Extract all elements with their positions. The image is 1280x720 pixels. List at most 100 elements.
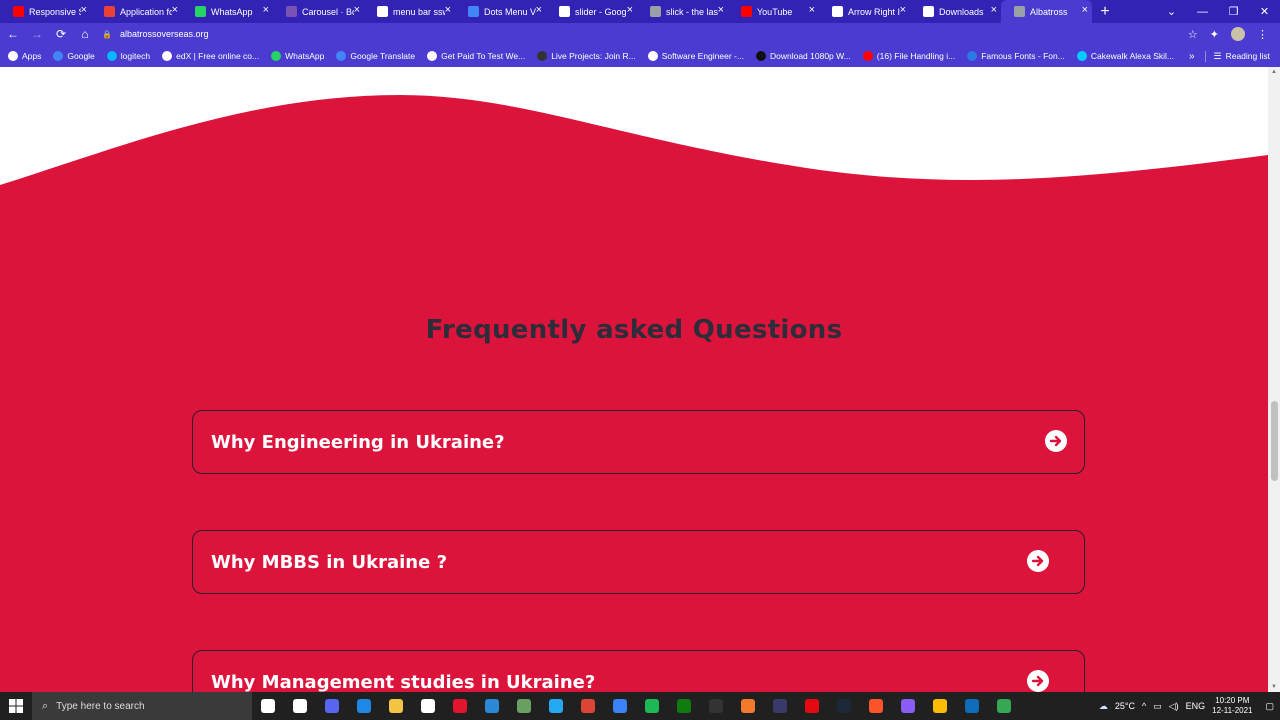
epic-games-icon[interactable] [700, 692, 732, 720]
browser-tab[interactable]: slider - Googl × [546, 0, 637, 23]
tab-label: Downloads [939, 6, 984, 17]
arrow-right-circle-icon[interactable] [1027, 550, 1049, 572]
browser-tab[interactable]: Carousel · Boo× [273, 0, 364, 23]
close-tab-icon[interactable]: × [536, 5, 542, 16]
bookmark-item[interactable]: Famous Fonts - Fon... [967, 51, 1065, 61]
discord-icon[interactable] [316, 692, 348, 720]
spotify-icon[interactable] [636, 692, 668, 720]
reading-list-button[interactable]: ☰ Reading list [1204, 50, 1270, 62]
minimize-icon[interactable]: — [1187, 6, 1218, 18]
weather-cloud-icon[interactable]: ☁ [1099, 701, 1108, 712]
scroll-down-icon[interactable]: ▼ [1271, 684, 1277, 690]
close-tab-icon[interactable]: × [172, 5, 178, 16]
bookmark-item[interactable]: WhatsApp [271, 51, 324, 61]
todo-icon[interactable] [604, 692, 636, 720]
close-tab-icon[interactable]: × [354, 5, 360, 16]
close-tab-icon[interactable]: × [900, 5, 906, 16]
obs-icon[interactable] [764, 692, 796, 720]
taskbar-search[interactable]: ⌕ Type here to search [32, 692, 252, 720]
home-icon[interactable]: ⌂ [74, 27, 96, 41]
notepad-icon[interactable] [348, 692, 380, 720]
bookmark-item[interactable]: Google Translate [336, 51, 415, 61]
menu-dots-icon[interactable]: ⋮ [1257, 28, 1268, 41]
arc-icon[interactable] [892, 692, 924, 720]
globe-app-icon[interactable] [988, 692, 1020, 720]
bookmark-item[interactable]: (16) File Handling i... [862, 51, 955, 61]
bookmark-item[interactable]: Get Paid To Test We... [427, 51, 525, 61]
page-scrollbar[interactable]: ▲ ▼ [1268, 67, 1280, 692]
back-icon[interactable]: ← [2, 27, 24, 41]
faq-item-mbbs[interactable]: Why MBBS in Ukraine ? [192, 530, 1085, 594]
file-explorer-icon[interactable] [380, 692, 412, 720]
bookmark-item[interactable]: Download 1080p W... [755, 51, 851, 61]
close-tab-icon[interactable]: × [809, 5, 815, 16]
scroll-thumb[interactable] [1271, 401, 1278, 481]
browser-tab[interactable]: slick - the last × [637, 0, 728, 23]
browser-tab[interactable]: Arrow Right I × [819, 0, 910, 23]
bookmarks-overflow-icon[interactable]: » [1189, 51, 1195, 62]
browser-tab[interactable]: Responsive Sl × [0, 0, 91, 23]
bookmark-item[interactable]: Live Projects: Join R... [537, 51, 636, 61]
opera-icon[interactable] [444, 692, 476, 720]
vscode-icon[interactable] [540, 692, 572, 720]
volume-icon[interactable]: ◁) [1169, 701, 1179, 712]
scroll-up-icon[interactable]: ▲ [1271, 69, 1277, 75]
browser-tab[interactable]: Albatross × [1001, 0, 1092, 23]
bookmark-star-icon[interactable]: ☆ [1188, 28, 1198, 41]
browser-tab[interactable]: menu bar ssw × [364, 0, 455, 23]
bookmark-favicon-icon [647, 51, 658, 61]
profile-avatar[interactable] [1231, 27, 1245, 41]
bookmark-item[interactable]: Apps [8, 51, 41, 61]
bookmark-item[interactable]: edX | Free online co... [162, 51, 259, 61]
restore-icon[interactable]: ❐ [1218, 5, 1249, 18]
arrow-right-circle-icon[interactable] [1027, 670, 1049, 692]
weather-temp[interactable]: 25°C [1115, 701, 1135, 711]
close-tab-icon[interactable]: × [263, 5, 269, 16]
new-tab-button[interactable]: + [1092, 0, 1118, 23]
browser-tab[interactable]: Downloads × [910, 0, 1001, 23]
close-tab-icon[interactable]: × [445, 5, 451, 16]
netflix-icon[interactable] [796, 692, 828, 720]
close-tab-icon[interactable]: × [718, 5, 724, 16]
steam-icon[interactable] [828, 692, 860, 720]
chrome-icon[interactable] [572, 692, 604, 720]
start-button[interactable] [0, 692, 32, 720]
mail-icon[interactable] [476, 692, 508, 720]
close-tab-icon[interactable]: × [991, 5, 997, 16]
close-window-icon[interactable]: ✕ [1249, 5, 1280, 18]
nodejs-icon[interactable] [508, 692, 540, 720]
faq-item-management[interactable]: Why Management studies in Ukraine? [192, 650, 1085, 692]
tab-search-icon[interactable]: ⌄ [1156, 5, 1187, 18]
browser-tab[interactable]: Dots Menu Ve × [455, 0, 546, 23]
faq-item-engineering[interactable]: Why Engineering in Ukraine? [192, 410, 1085, 474]
clock[interactable]: 10:20 PM 12-11-2021 [1212, 696, 1252, 716]
reload-icon[interactable]: ⟳ [50, 27, 72, 41]
brave-icon[interactable] [860, 692, 892, 720]
store-icon[interactable] [412, 692, 444, 720]
notifications-icon[interactable]: ▢ [1265, 701, 1274, 712]
blender-icon[interactable] [732, 692, 764, 720]
language-indicator[interactable]: ENG [1186, 701, 1206, 711]
chrome-profile-icon[interactable] [924, 692, 956, 720]
arrow-right-circle-icon[interactable] [1045, 430, 1067, 452]
address-bar[interactable]: 🔒 albatrossoverseas.org [102, 25, 1188, 43]
bookmark-item[interactable]: logitech [106, 51, 150, 61]
close-tab-icon[interactable]: × [627, 5, 633, 16]
browser-tab[interactable]: YouTube × [728, 0, 819, 23]
xbox-icon[interactable] [668, 692, 700, 720]
tray-chevron-icon[interactable]: ^ [1142, 701, 1146, 711]
browser-tab[interactable]: Application fo × [91, 0, 182, 23]
network-icon[interactable]: ▭ [1153, 701, 1162, 712]
forward-icon[interactable]: → [26, 27, 48, 41]
task-view-icon[interactable] [284, 692, 316, 720]
cortana-icon[interactable] [252, 692, 284, 720]
close-tab-icon[interactable]: × [1082, 5, 1088, 16]
bookmark-item[interactable]: Cakewalk Alexa Skil... [1076, 51, 1174, 61]
browser-tab[interactable]: WhatsApp × [182, 0, 273, 23]
bookmark-item[interactable]: Google [53, 51, 95, 61]
bookmark-item[interactable]: Software Engineer -... [647, 51, 744, 61]
lock-icon: 🔒 [102, 29, 112, 39]
media-player-icon[interactable] [956, 692, 988, 720]
extensions-icon[interactable]: ✦ [1210, 28, 1219, 41]
close-tab-icon[interactable]: × [81, 5, 87, 16]
